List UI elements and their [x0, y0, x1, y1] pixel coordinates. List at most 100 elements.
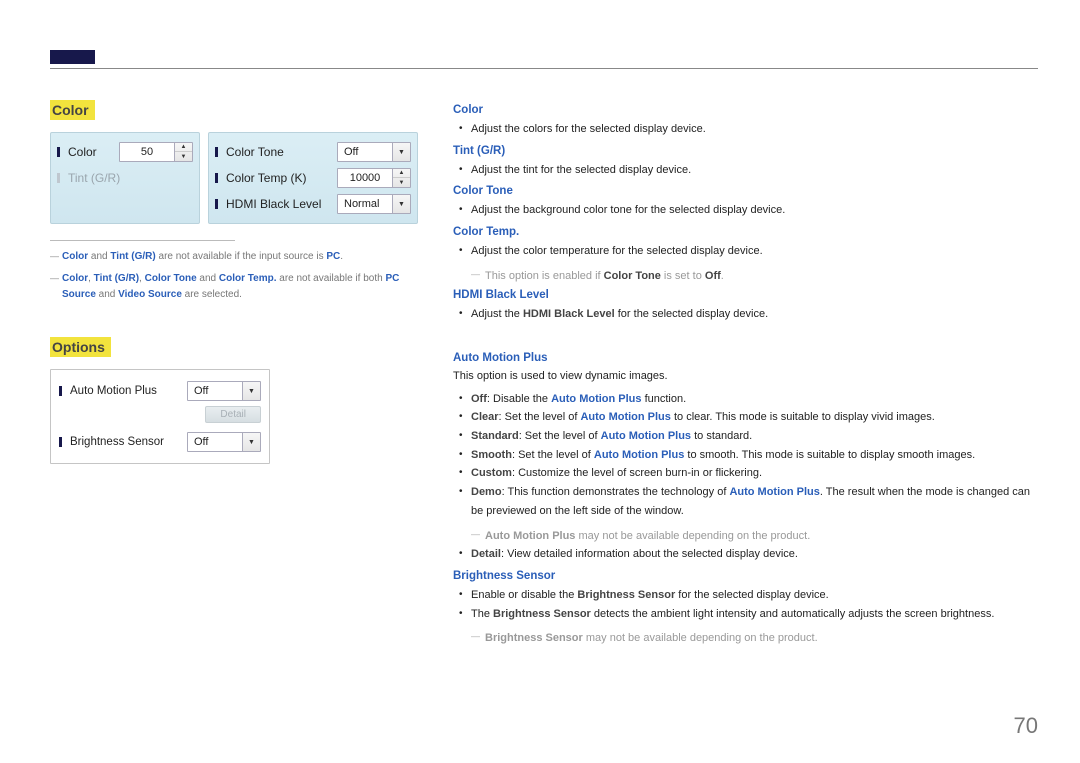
- li-detail: Detail: View detailed information about …: [471, 545, 1038, 564]
- head-amp: Auto Motion Plus: [453, 352, 1038, 364]
- options-panel: Auto Motion Plus Off ▼ Detail Brightness…: [50, 369, 270, 464]
- fn-term: Color Tone: [145, 273, 197, 284]
- note-term: Brightness Sensor: [485, 632, 583, 644]
- li-smooth: Smooth: Set the level of Auto Motion Plu…: [471, 446, 1038, 465]
- li-term: Off: [471, 393, 487, 405]
- row-brightness-sensor: Brightness Sensor Off ▼: [59, 429, 261, 455]
- chevron-down-icon[interactable]: ▼: [242, 382, 260, 400]
- fn-text: are selected.: [182, 289, 242, 300]
- fn-term: Tint (G/R): [94, 273, 139, 284]
- li-text: Enable or disable the: [471, 589, 577, 601]
- row-marker-icon: [215, 173, 218, 183]
- label-color-tone: Color Tone: [226, 145, 331, 159]
- li-text: : Set the level of: [499, 411, 581, 423]
- note-term: Color Tone: [604, 270, 661, 282]
- li-term: Standard: [471, 430, 519, 442]
- li-standard: Standard: Set the level of Auto Motion P…: [471, 427, 1038, 446]
- row-hdmi-black: HDMI Black Level Normal ▼: [215, 191, 411, 217]
- list-hdmi: Adjust the HDMI Black Level for the sele…: [453, 305, 1038, 324]
- note-text: may not be available depending on the pr…: [575, 530, 810, 542]
- chevron-up-icon[interactable]: ▲: [175, 143, 192, 152]
- color-panel-left: Color 50 ▲ ▼ Tint (G/R): [50, 132, 200, 224]
- row-marker-icon: [57, 147, 60, 157]
- detail-button[interactable]: Detail: [205, 406, 261, 423]
- amp-select[interactable]: Off ▼: [187, 381, 261, 401]
- note-term: Auto Motion Plus: [485, 530, 575, 542]
- li-clear: Clear: Set the level of Auto Motion Plus…: [471, 408, 1038, 427]
- li-text: : Disable the: [487, 393, 551, 405]
- page-number: 70: [1014, 713, 1038, 739]
- row-marker-icon: [59, 437, 62, 447]
- li-text: : View detailed information about the se…: [501, 548, 798, 560]
- fn-text: and: [88, 251, 110, 262]
- row-marker-icon: [57, 173, 60, 183]
- list-amp: Off: Disable the Auto Motion Plus functi…: [453, 390, 1038, 521]
- note-amp: Auto Motion Plus may not be available de…: [471, 527, 1038, 546]
- color-tone-value: Off: [338, 146, 392, 158]
- li-term: Auto Motion Plus: [580, 411, 670, 423]
- detail-row: Detail: [59, 404, 261, 429]
- color-spinner[interactable]: 50 ▲ ▼: [119, 142, 193, 162]
- li: Enable or disable the Brightness Sensor …: [471, 586, 1038, 605]
- li: Adjust the colors for the selected displ…: [471, 120, 1038, 139]
- note-text: .: [721, 270, 724, 282]
- li-text: detects the ambient light intensity and …: [591, 608, 995, 620]
- li: Adjust the color temperature for the sel…: [471, 242, 1038, 261]
- li-text: Adjust the: [471, 308, 523, 320]
- li-text: to smooth. This mode is suitable to disp…: [684, 449, 975, 461]
- header-accent: [50, 50, 95, 64]
- color-temp-spinner[interactable]: 10000 ▲ ▼: [337, 168, 411, 188]
- list-color: Adjust the colors for the selected displ…: [453, 120, 1038, 139]
- li-text: : This function demonstrates the technol…: [502, 486, 730, 498]
- footnote-1: Color and Tint (G/R) are not available i…: [50, 249, 425, 265]
- li-text: function.: [642, 393, 687, 405]
- li-text: : Set the level of: [512, 449, 594, 461]
- chevron-down-icon[interactable]: ▼: [175, 152, 192, 161]
- spinner-arrows[interactable]: ▲ ▼: [392, 169, 410, 187]
- row-color-temp-k: Color Temp (K) 10000 ▲ ▼: [215, 165, 411, 191]
- row-color-tone: Color Tone Off ▼: [215, 139, 411, 165]
- label-tint: Tint (G/R): [68, 171, 193, 185]
- fn-text: .: [340, 251, 343, 262]
- li-term: Custom: [471, 467, 512, 479]
- brightness-value: Off: [188, 436, 242, 448]
- left-column: Color Color 50 ▲ ▼ Tint (G/R): [50, 100, 425, 464]
- label-color: Color: [68, 145, 113, 159]
- note-text: may not be available depending on the pr…: [583, 632, 818, 644]
- li-term: Auto Motion Plus: [551, 393, 641, 405]
- chevron-down-icon[interactable]: ▼: [393, 178, 410, 187]
- amp-value: Off: [188, 385, 242, 397]
- li: Adjust the HDMI Black Level for the sele…: [471, 305, 1038, 324]
- hdmi-black-select[interactable]: Normal ▼: [337, 194, 411, 214]
- li-text: : Customize the level of screen burn-in …: [512, 467, 762, 479]
- color-value: 50: [120, 146, 174, 158]
- label-hdmi-black: HDMI Black Level: [226, 197, 331, 211]
- list-tone: Adjust the background color tone for the…: [453, 201, 1038, 220]
- note-bs: Brightness Sensor may not be available d…: [471, 629, 1038, 648]
- list-bs: Enable or disable the Brightness Sensor …: [453, 586, 1038, 623]
- li-text: to standard.: [691, 430, 752, 442]
- note-text: This option is enabled if: [485, 270, 604, 282]
- color-tone-select[interactable]: Off ▼: [337, 142, 411, 162]
- li-off: Off: Disable the Auto Motion Plus functi…: [471, 390, 1038, 409]
- amp-intro: This option is used to view dynamic imag…: [453, 368, 1038, 386]
- li-demo: Demo: This function demonstrates the tec…: [471, 483, 1038, 520]
- li-text: : Set the level of: [519, 430, 601, 442]
- fn-term: Video Source: [118, 289, 182, 300]
- chevron-down-icon[interactable]: ▼: [392, 143, 410, 161]
- row-marker-icon: [215, 147, 218, 157]
- brightness-select[interactable]: Off ▼: [187, 432, 261, 452]
- li-term: Brightness Sensor: [577, 589, 675, 601]
- chevron-up-icon[interactable]: ▲: [393, 169, 410, 178]
- note-temp: This option is enabled if Color Tone is …: [471, 267, 1038, 286]
- li-term: Auto Motion Plus: [601, 430, 691, 442]
- li: The Brightness Sensor detects the ambien…: [471, 605, 1038, 624]
- li-text: The: [471, 608, 493, 620]
- head-color-tone: Color Tone: [453, 185, 1038, 197]
- li-term: Detail: [471, 548, 501, 560]
- section-heading-options: Options: [50, 337, 111, 357]
- section-heading-color: Color: [50, 100, 95, 120]
- chevron-down-icon[interactable]: ▼: [392, 195, 410, 213]
- chevron-down-icon[interactable]: ▼: [242, 433, 260, 451]
- spinner-arrows[interactable]: ▲ ▼: [174, 143, 192, 161]
